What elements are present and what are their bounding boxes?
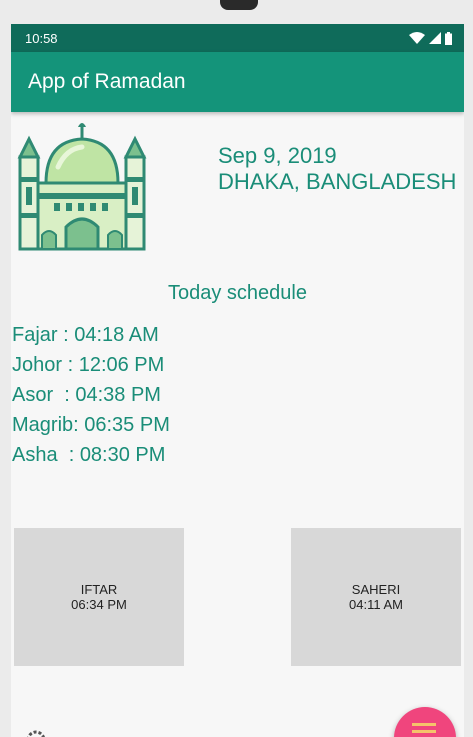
- battery-icon: [445, 31, 452, 45]
- date-text: Sep 9, 2019: [218, 143, 337, 168]
- status-time: 10:58: [25, 30, 58, 46]
- fab-menu-button[interactable]: [394, 707, 456, 737]
- status-bar: 10:58: [11, 24, 464, 52]
- prayer-asor: Asor : 04:38 PM: [12, 384, 161, 406]
- wifi-icon: [409, 32, 425, 44]
- mosque-icon: [17, 123, 147, 251]
- status-icons: [409, 31, 452, 45]
- signal-icon: [429, 32, 441, 44]
- prayer-johor: Johor : 12:06 PM: [12, 354, 165, 376]
- schedule-title: Today schedule: [168, 282, 307, 304]
- iftar-time: 06:34 PM: [71, 597, 127, 612]
- saheri-time: 04:11 AM: [349, 597, 403, 612]
- iftar-label: IFTAR: [80, 582, 118, 597]
- location-text: DHAKA, BANGLADESH: [218, 169, 457, 194]
- prayer-list: Fajar : 04:18 AM Johor : 12:06 PM Asor :…: [12, 320, 170, 470]
- app-title: App of Ramadan: [28, 70, 186, 93]
- menu-icon: [412, 723, 436, 733]
- app-bar: App of Ramadan: [11, 52, 464, 112]
- prayer-asha: Asha : 08:30 PM: [12, 444, 166, 466]
- prayer-fajar: Fajar : 04:18 AM: [12, 324, 159, 346]
- saheri-card[interactable]: SAHERI 04:11 AM: [291, 528, 461, 666]
- iftar-card[interactable]: IFTAR 06:34 PM: [14, 528, 184, 666]
- phone-screen: 10:58 App of Ramadan Sep 9, 2019 DHAKA, …: [11, 24, 464, 737]
- camera-notch: [220, 0, 258, 10]
- prayer-magrib: Magrib: 06:35 PM: [12, 414, 170, 436]
- date-location: Sep 9, 2019 DHAKA, BANGLADESH: [218, 143, 456, 195]
- saheri-label: SAHERI: [351, 582, 401, 597]
- settings-icon[interactable]: [23, 727, 49, 737]
